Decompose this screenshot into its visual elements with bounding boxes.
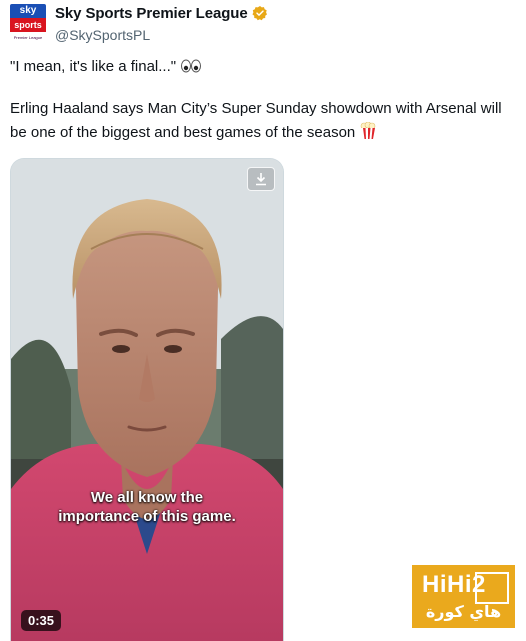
video-player[interactable]: We all know the importance of this game.…	[10, 158, 284, 641]
caption-line-1: We all know the	[90, 489, 204, 506]
tweet-header: sky sports Premier League Sky Sports Pre…	[10, 4, 268, 44]
verified-badge-icon	[252, 6, 267, 21]
account-identity: Sky Sports Premier League @SkySportsPL	[55, 4, 268, 43]
tweet-quote-line: "I mean, it's like a final..."	[10, 57, 202, 77]
video-caption: We all know the importance of this game.	[11, 488, 283, 526]
account-handle[interactable]: @SkySportsPL	[55, 27, 268, 43]
eyes-emoji-icon	[181, 59, 202, 73]
popcorn-emoji-icon	[361, 122, 376, 139]
tweet-body: Erling Haaland says Man City’s Super Sun…	[10, 100, 502, 141]
sky-logo-text: sky	[10, 4, 46, 18]
watermark-arabic: هاي كورة	[425, 602, 502, 621]
video-frame	[11, 159, 283, 641]
caption-line-2: importance of this game.	[58, 508, 236, 525]
tweet-quote: "I mean, it's like a final..."	[10, 58, 177, 75]
hihi2-watermark-logo: HiHi2 هاي كورة	[412, 565, 515, 628]
download-button[interactable]	[247, 167, 275, 191]
account-avatar[interactable]: sky sports Premier League	[10, 4, 46, 44]
account-name[interactable]: Sky Sports Premier League	[55, 5, 248, 22]
download-icon	[256, 173, 266, 186]
video-duration: 0:35	[21, 610, 62, 631]
premier-league-logo-text: Premier League	[13, 35, 43, 40]
tweet-body-line: Erling Haaland says Man City’s Super Sun…	[10, 97, 515, 145]
sports-logo-text: sports	[10, 18, 46, 32]
watermark-frame	[475, 572, 509, 604]
